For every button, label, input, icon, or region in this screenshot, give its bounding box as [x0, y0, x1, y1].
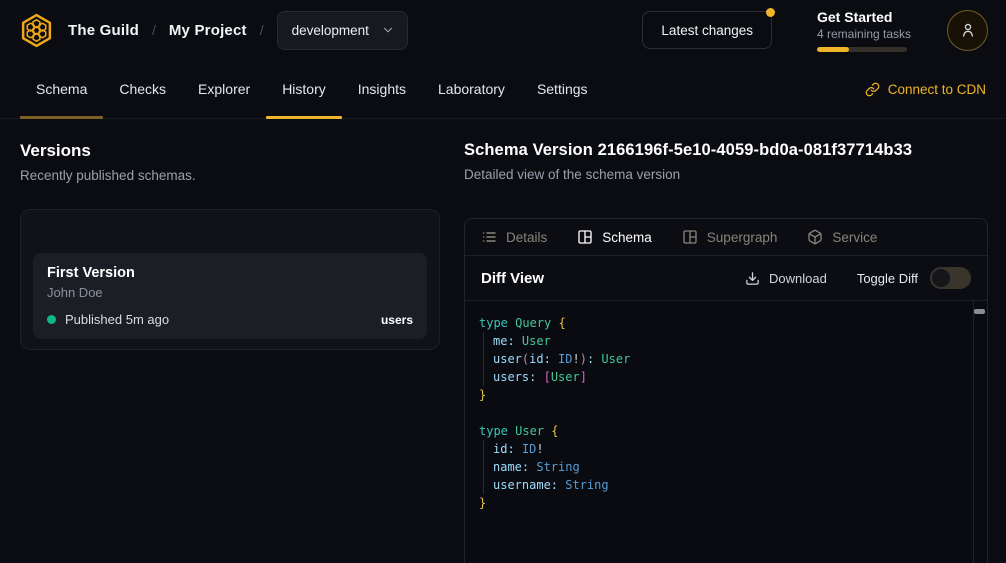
main-nav: SchemaChecksExplorerHistoryInsightsLabor… [0, 60, 1006, 119]
detail-tab-label: Details [506, 230, 547, 245]
diff-view-title: Diff View [481, 270, 544, 287]
breadcrumb-org[interactable]: The Guild [68, 22, 139, 39]
download-button[interactable]: Download [745, 271, 827, 286]
versions-list-card: First Version John Doe Published 5m ago … [20, 209, 440, 350]
versions-title: Versions [20, 141, 440, 161]
code-block: type Query {me: Useruser(id: ID!): Useru… [479, 314, 957, 512]
version-status-row: Published 5m ago users [47, 312, 413, 327]
version-detail-subtitle: Detailed view of the schema version [464, 167, 988, 182]
detail-tab-details[interactable]: Details [481, 229, 547, 245]
get-started-title: Get Started [817, 9, 917, 25]
version-list-item[interactable]: First Version John Doe Published 5m ago … [33, 253, 427, 339]
get-started-subtitle: 4 remaining tasks [817, 27, 917, 41]
nav-tab-explorer[interactable]: Explorer [182, 60, 266, 118]
nav-tabs: SchemaChecksExplorerHistoryInsightsLabor… [20, 60, 604, 118]
person-icon [959, 21, 977, 39]
notification-dot [766, 8, 775, 17]
schema-code-viewer[interactable]: type Query {me: Useruser(id: ID!): Useru… [465, 301, 987, 563]
code-line: name: String [479, 458, 957, 476]
environment-selector[interactable]: development [277, 11, 408, 50]
version-detail-title: Schema Version 2166196f-5e10-4059-bd0a-0… [464, 141, 988, 160]
detail-tab-service[interactable]: Service [807, 229, 877, 245]
list-icon [481, 229, 497, 245]
connect-to-cdn-link[interactable]: Connect to CDN [865, 60, 986, 118]
nav-tab-schema[interactable]: Schema [20, 60, 103, 118]
nav-tab-checks[interactable]: Checks [103, 60, 182, 118]
link-icon [865, 82, 880, 97]
published-status-dot [47, 315, 56, 324]
get-started-progress-fill [817, 47, 849, 52]
detail-tab-label: Supergraph [707, 230, 778, 245]
latest-changes-button[interactable]: Latest changes [642, 11, 772, 49]
scrollbar-track [973, 301, 974, 563]
code-line: type Query { [479, 314, 957, 332]
detail-tabs: Details Schema Supergraph Service [465, 219, 987, 256]
version-author: John Doe [47, 285, 413, 300]
nav-tab-settings[interactable]: Settings [521, 60, 604, 118]
breadcrumb-project[interactable]: My Project [169, 22, 247, 39]
cube-icon [807, 229, 823, 245]
breadcrumb-separator: / [152, 22, 156, 38]
detail-tab-label: Schema [602, 230, 652, 245]
chevron-down-icon [381, 23, 395, 37]
columns-icon [682, 229, 698, 245]
nav-tab-history[interactable]: History [266, 60, 342, 118]
toggle-diff-switch[interactable] [930, 267, 971, 289]
code-line: } [479, 386, 957, 404]
code-line: user(id: ID!): User [479, 350, 957, 368]
download-icon [745, 271, 760, 286]
code-line: type User { [479, 422, 957, 440]
nav-tab-laboratory[interactable]: Laboratory [422, 60, 521, 118]
nav-tab-insights[interactable]: Insights [342, 60, 422, 118]
diff-toolbar: Diff View Download Toggle Diff [465, 256, 987, 301]
breadcrumb-separator: / [260, 22, 264, 38]
toggle-knob [932, 269, 950, 287]
code-line [479, 404, 957, 422]
user-avatar-button[interactable] [947, 10, 988, 51]
hive-logo-icon[interactable] [18, 12, 55, 49]
get-started-widget[interactable]: Get Started 4 remaining tasks [817, 9, 917, 52]
columns-icon [577, 229, 593, 245]
get-started-progress-bar [817, 47, 907, 52]
versions-subtitle: Recently published schemas. [20, 168, 440, 183]
code-line: users: [User] [479, 368, 957, 386]
versions-panel: Versions Recently published schemas. Fir… [20, 141, 440, 350]
detail-tab-supergraph[interactable]: Supergraph [682, 229, 778, 245]
toggle-diff-label: Toggle Diff [857, 271, 918, 286]
version-name: First Version [47, 265, 413, 281]
version-status: Published 5m ago [65, 312, 169, 327]
environment-selector-value: development [292, 23, 369, 38]
connect-to-cdn-label: Connect to CDN [888, 82, 986, 97]
detail-tab-label: Service [832, 230, 877, 245]
version-detail-panel: Details Schema Supergraph Service Diff View… [464, 218, 988, 563]
code-line: id: ID! [479, 440, 957, 458]
service-badge: users [381, 313, 413, 327]
code-line: } [479, 494, 957, 512]
download-label: Download [769, 271, 827, 286]
detail-tab-schema[interactable]: Schema [577, 229, 652, 245]
latest-changes-label: Latest changes [661, 23, 753, 38]
app-header: The Guild / My Project / development Lat… [0, 0, 1006, 60]
scrollbar-thumb[interactable] [974, 309, 985, 314]
code-line: me: User [479, 332, 957, 350]
version-detail-header: Schema Version 2166196f-5e10-4059-bd0a-0… [464, 141, 988, 182]
code-line: username: String [479, 476, 957, 494]
